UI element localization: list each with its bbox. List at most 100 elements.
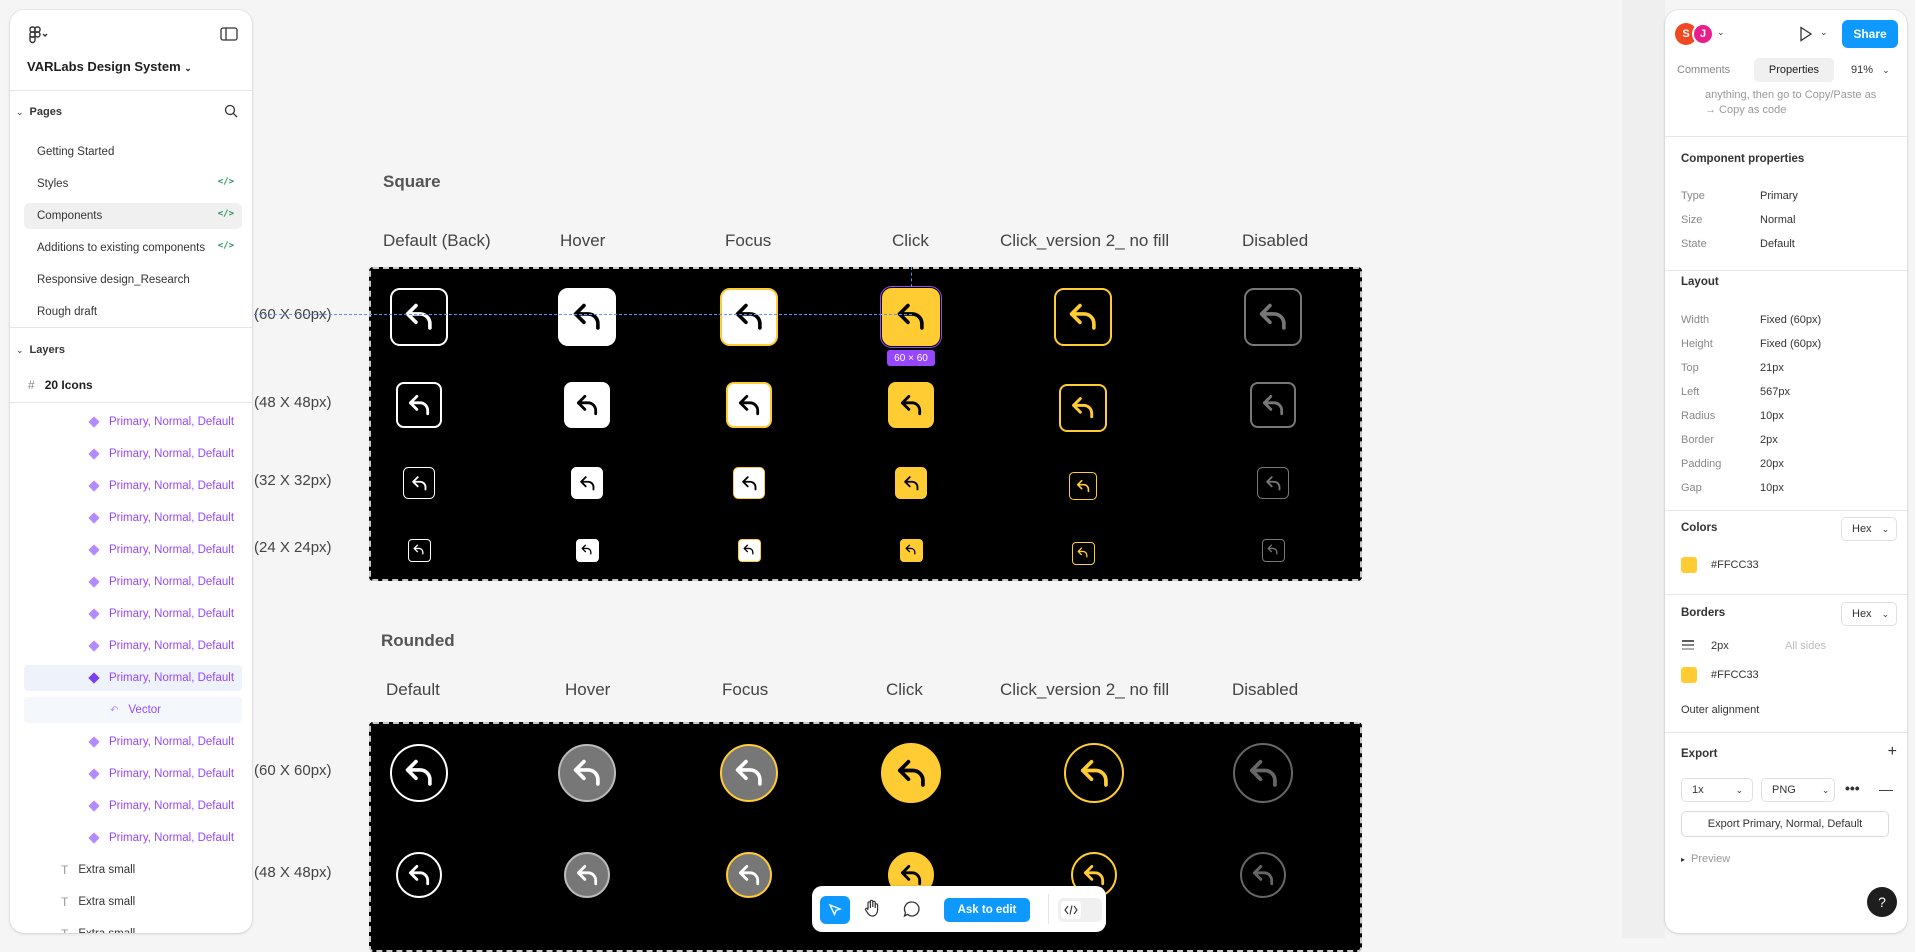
comment-tool-icon[interactable] — [902, 899, 922, 924]
hand-tool-icon[interactable] — [862, 898, 882, 923]
rounded-icon-button[interactable] — [390, 744, 448, 802]
color-format-select[interactable]: Hex ⌄ — [1841, 517, 1897, 541]
layer-instance[interactable]: Primary, Normal, Default — [24, 761, 242, 787]
layout-prop-border[interactable]: Border 2px — [1681, 434, 1901, 454]
square-icon-button[interactable] — [1257, 467, 1289, 499]
play-icon[interactable] — [1799, 26, 1813, 45]
tab-comments[interactable]: Comments — [1677, 64, 1730, 76]
zoom-level[interactable]: 91% ⌄ — [1851, 64, 1890, 76]
rounded-icon-button[interactable] — [396, 852, 442, 898]
square-icon-button[interactable] — [1244, 288, 1302, 346]
square-icon-button[interactable] — [1250, 382, 1296, 428]
page-item[interactable]: Styles </> — [24, 171, 242, 197]
square-icon-button[interactable] — [390, 288, 448, 346]
rounded-icon-button[interactable] — [558, 744, 616, 802]
more-options-icon[interactable]: ••• — [1845, 780, 1860, 796]
square-icon-button[interactable] — [403, 467, 435, 499]
square-icon-button[interactable] — [571, 467, 603, 499]
avatar[interactable]: J — [1692, 23, 1714, 45]
border-color-swatch[interactable] — [1681, 667, 1697, 683]
layer-text[interactable]: T Extra small — [24, 889, 242, 915]
component-prop-size[interactable]: Size Normal — [1681, 214, 1901, 234]
component-prop-state[interactable]: State Default — [1681, 238, 1901, 258]
layer-text[interactable]: T Extra small — [24, 921, 242, 933]
page-item[interactable]: Getting Started — [24, 139, 242, 165]
layout-prop-left[interactable]: Left 567px — [1681, 386, 1901, 406]
square-icon-button[interactable] — [720, 288, 778, 346]
border-width[interactable]: 2px — [1711, 640, 1729, 652]
layer-instance[interactable]: Primary, Normal, Default — [24, 825, 242, 851]
color-value[interactable]: #FFCC33 — [1711, 559, 1759, 571]
component-prop-type[interactable]: Type Primary — [1681, 190, 1901, 210]
layer-instance[interactable]: Primary, Normal, Default — [24, 441, 242, 467]
border-color-value[interactable]: #FFCC33 — [1711, 669, 1759, 681]
square-icon-button[interactable] — [733, 467, 765, 499]
export-button[interactable]: Export Primary, Normal, Default — [1681, 811, 1889, 837]
square-icon-button[interactable] — [899, 538, 923, 562]
layer-instance[interactable]: Primary, Normal, Default — [24, 409, 242, 435]
pages-header[interactable]: ⌄ Pages — [16, 106, 62, 118]
square-icon-button[interactable] — [1059, 384, 1107, 432]
page-item[interactable]: Components </> — [24, 203, 242, 229]
frame-layer[interactable]: #20 Icons — [28, 378, 93, 392]
remove-export-icon[interactable]: — — [1879, 781, 1893, 797]
layer-instance[interactable]: Primary, Normal, Default — [24, 633, 242, 659]
preview-toggle[interactable]: ▸ Preview — [1681, 853, 1730, 865]
square-icon-button[interactable] — [1261, 538, 1285, 562]
dev-mode-toggle[interactable] — [1058, 898, 1102, 922]
square-icon-button[interactable] — [737, 538, 761, 562]
figma-menu-icon[interactable] — [28, 26, 50, 48]
border-format-select[interactable]: Hex ⌄ — [1841, 602, 1897, 626]
search-icon[interactable] — [224, 104, 238, 121]
layout-prop-gap[interactable]: Gap 10px — [1681, 482, 1901, 502]
chevron-down-icon[interactable]: ⌄ — [1820, 27, 1828, 38]
color-swatch[interactable] — [1681, 557, 1697, 573]
tab-properties[interactable]: Properties — [1754, 58, 1834, 82]
rounded-icon-button[interactable] — [881, 743, 941, 803]
share-button[interactable]: Share — [1842, 20, 1898, 48]
rounded-icon-button[interactable] — [564, 852, 610, 898]
canvas[interactable]: Square Default (Back) Hover Focus Click Click… — [0, 0, 1915, 952]
square-icon-button[interactable] — [1069, 472, 1097, 500]
layer-text[interactable]: T Extra small — [24, 857, 242, 883]
layer-instance[interactable]: Primary, Normal, Default — [24, 505, 242, 531]
layout-prop-width[interactable]: Width Fixed (60px) — [1681, 314, 1901, 334]
layer-instance[interactable]: Primary, Normal, Default — [24, 665, 242, 691]
square-icon-button[interactable] — [558, 288, 616, 346]
square-icon-button[interactable] — [575, 538, 599, 562]
sidebar-toggle-icon[interactable] — [220, 27, 238, 44]
help-button[interactable]: ? — [1867, 887, 1897, 917]
square-icon-button[interactable] — [407, 538, 431, 562]
layer-instance[interactable]: Primary, Normal, Default — [24, 537, 242, 563]
rounded-icon-button[interactable] — [1240, 852, 1286, 898]
rounded-icon-button[interactable] — [1064, 743, 1124, 803]
page-item[interactable]: Additions to existing components </> — [24, 235, 242, 261]
layers-header[interactable]: ⌄ Layers — [16, 344, 65, 356]
square-icon-button[interactable] — [564, 382, 610, 428]
ask-to-edit-button[interactable]: Ask to edit — [944, 898, 1030, 922]
square-icon-button[interactable] — [396, 382, 442, 428]
page-item[interactable]: Rough draft — [24, 299, 242, 325]
square-icon-button[interactable] — [888, 382, 934, 428]
square-icon-button[interactable] — [1054, 288, 1112, 346]
layout-prop-height[interactable]: Height Fixed (60px) — [1681, 338, 1901, 358]
layer-instance[interactable]: Primary, Normal, Default — [24, 729, 242, 755]
layout-prop-padding[interactable]: Padding 20px — [1681, 458, 1901, 478]
square-icon-button[interactable] — [1071, 541, 1095, 565]
square-icon-button[interactable] — [880, 286, 942, 348]
square-icon-button[interactable] — [726, 382, 772, 428]
add-export-icon[interactable]: + — [1888, 743, 1897, 761]
rounded-icon-button[interactable] — [726, 852, 772, 898]
layer-instance[interactable]: Primary, Normal, Default — [24, 569, 242, 595]
square-icon-button[interactable] — [895, 467, 927, 499]
layer-vector[interactable]: ↶ Vector — [24, 697, 242, 723]
layer-instance[interactable]: Primary, Normal, Default — [24, 793, 242, 819]
move-tool-icon[interactable] — [820, 896, 850, 924]
chevron-down-icon[interactable]: ⌄ — [1717, 27, 1725, 38]
page-item[interactable]: Responsive design_Research — [24, 267, 242, 293]
export-scale-select[interactable]: 1x ⌄ — [1681, 778, 1753, 802]
rounded-icon-button[interactable] — [1233, 743, 1293, 803]
layout-prop-top[interactable]: Top 21px — [1681, 362, 1901, 382]
file-name[interactable]: VARLabs Design System ⌄ — [27, 59, 192, 74]
layer-instance[interactable]: Primary, Normal, Default — [24, 601, 242, 627]
